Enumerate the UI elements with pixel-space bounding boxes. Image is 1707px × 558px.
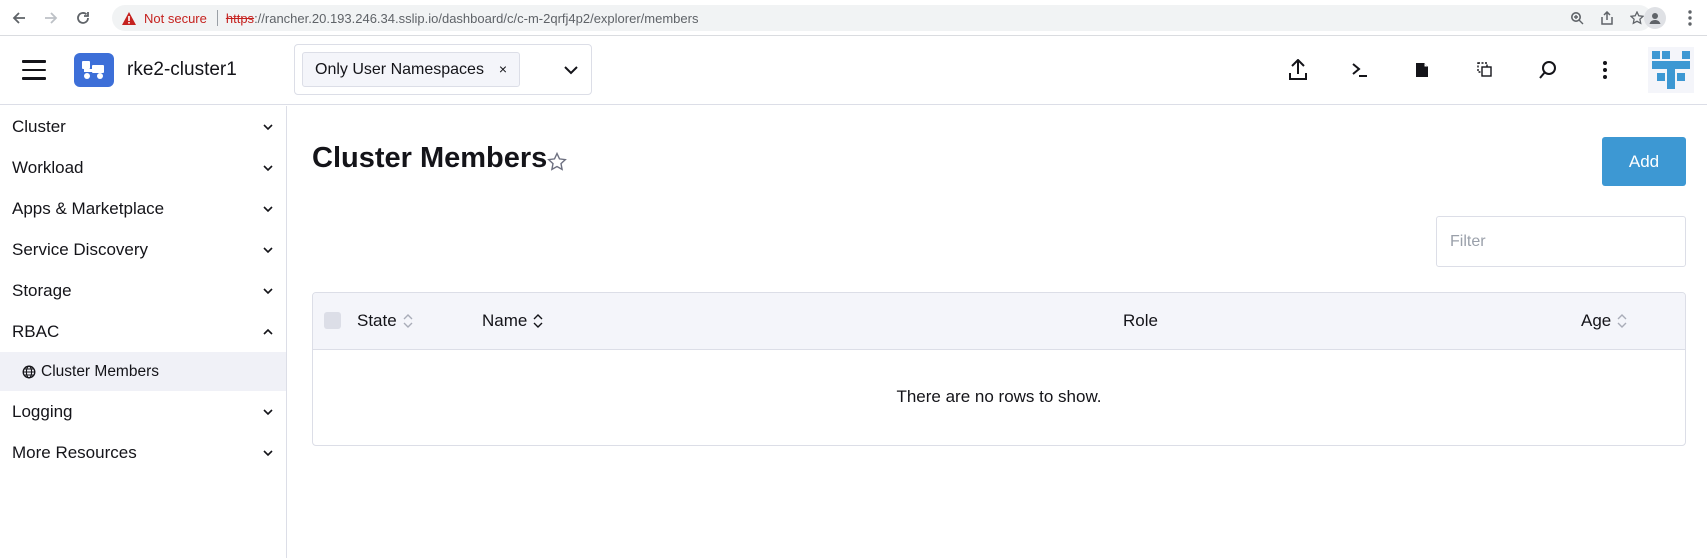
more-options-icon[interactable] [1592,57,1618,83]
back-arrow-icon[interactable] [6,5,32,31]
browser-toolbar: Not secure https://rancher.20.193.246.34… [0,0,1707,36]
url-scheme: https [225,10,255,26]
sort-icon [403,314,413,328]
kubectl-shell-icon[interactable] [1347,57,1373,83]
column-label: Role [1123,311,1158,330]
sort-icon [1617,314,1627,328]
column-header-state[interactable]: State [357,311,413,331]
chevron-down-icon [263,450,273,457]
namespace-chip-label: Only User Namespaces [315,60,484,78]
kubeconfig-file-icon[interactable] [1409,57,1435,83]
filter-input[interactable] [1436,216,1686,267]
column-header-age[interactable]: Age [1581,311,1627,331]
members-table: State Name Role Age There are no rows to… [312,292,1686,446]
namespace-filter-select[interactable]: Only User Namespaces × [294,44,592,95]
chevron-down-icon [263,165,273,172]
sidebar-group-workload[interactable]: Workload [0,147,286,188]
copy-kubeconfig-icon[interactable] [1472,57,1498,83]
chevron-up-icon [263,328,273,335]
sidebar-group-cluster[interactable]: Cluster [0,106,286,147]
chevron-down-icon [263,247,273,254]
reload-icon[interactable] [70,5,96,31]
sidebar-group-rbac[interactable]: RBAC [0,311,286,352]
sidebar-group-apps-marketplace[interactable]: Apps & Marketplace [0,188,286,229]
search-icon[interactable] [1535,57,1561,83]
sidebar-group-more-resources[interactable]: More Resources [0,432,286,473]
chevron-down-icon [263,206,273,213]
sort-icon [533,314,543,328]
warning-icon [122,11,136,25]
app-header: rke2-cluster1 Only User Namespaces × [0,37,1707,105]
address-separator [216,10,218,26]
sidebar-group-label: Apps & Marketplace [12,198,165,218]
sidebar-group-logging[interactable]: Logging [0,391,286,432]
sidebar-group-storage[interactable]: Storage [0,270,286,311]
chevron-down-icon[interactable] [563,62,579,78]
chevron-down-icon [263,288,273,295]
cluster-name[interactable]: rke2-cluster1 [127,59,237,81]
sidebar-nav: Cluster Workload Apps & Marketplace Serv… [0,106,287,558]
table-header: State Name Role Age [313,293,1685,350]
browser-menu-icon[interactable] [1680,7,1700,29]
share-icon[interactable] [1592,11,1622,25]
sidebar-item-cluster-members[interactable]: Cluster Members [0,352,286,391]
sidebar-group-label: RBAC [12,321,60,341]
url-text: ://rancher.20.193.246.34.sslip.io/dashbo… [254,10,699,26]
sidebar-group-label: Storage [12,280,72,300]
column-label: State [357,311,397,330]
sidebar-group-service-discovery[interactable]: Service Discovery [0,229,286,270]
sidebar-group-label: Service Discovery [12,239,149,259]
not-secure-label[interactable]: Not secure [144,11,207,26]
chevron-down-icon [263,409,273,416]
add-button[interactable]: Add [1602,137,1686,186]
column-label: Name [482,311,528,330]
sidebar-group-label: Workload [12,157,84,177]
favorite-star-icon[interactable] [546,151,568,173]
address-bar[interactable]: Not secure https://rancher.20.193.246.34… [112,5,1652,31]
column-header-role: Role [1123,311,1158,331]
select-all-checkbox[interactable] [324,312,341,329]
chevron-down-icon [263,124,273,131]
sidebar-group-label: Cluster [12,116,66,136]
globe-icon [22,365,36,378]
chip-close-icon[interactable]: × [499,61,507,77]
import-yaml-icon[interactable] [1285,57,1311,83]
hamburger-menu-icon[interactable] [22,60,46,80]
profile-icon[interactable] [1644,7,1666,29]
zoom-icon[interactable] [1562,11,1592,25]
sidebar-group-label: Logging [12,401,73,421]
column-label: Age [1581,311,1612,330]
namespace-chip: Only User Namespaces × [302,52,520,87]
column-header-name[interactable]: Name [482,311,543,331]
forward-arrow-icon[interactable] [38,5,64,31]
sidebar-item-label: Cluster Members [41,362,159,380]
page-title: Cluster Members [312,142,548,174]
cluster-logo-icon [74,53,114,87]
empty-table-message: There are no rows to show. [896,387,1102,406]
sidebar-group-label: More Resources [12,442,137,462]
user-avatar-icon[interactable] [1648,47,1694,93]
